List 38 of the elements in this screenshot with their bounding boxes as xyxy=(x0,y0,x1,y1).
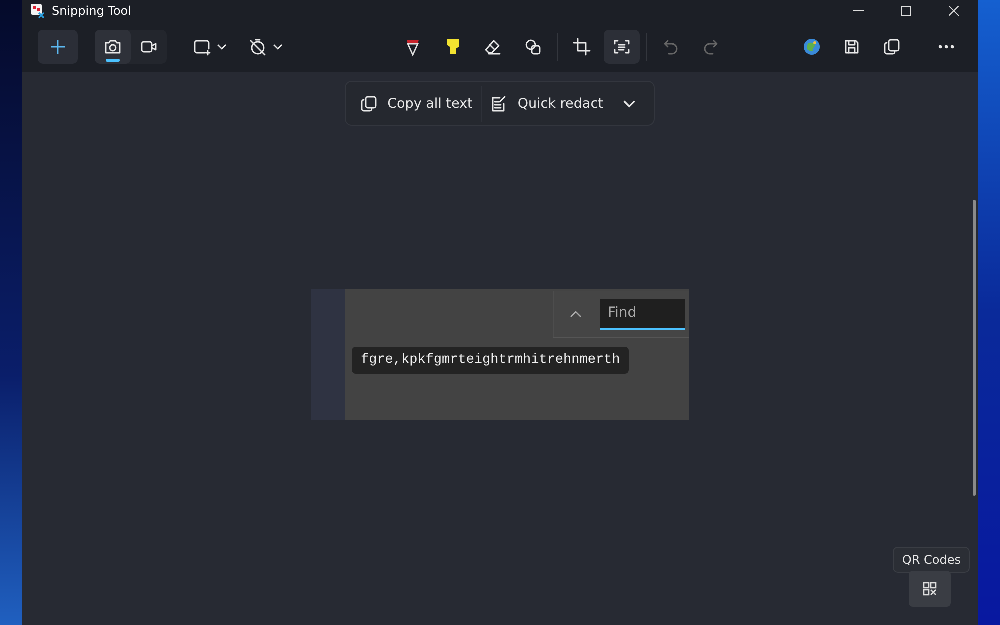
copy-icon xyxy=(360,94,378,112)
timer-off-icon xyxy=(249,38,267,56)
find-field[interactable]: Find xyxy=(600,298,685,330)
text-scan-button[interactable] xyxy=(604,30,640,64)
copy-icon xyxy=(883,38,901,56)
camera-button[interactable] xyxy=(95,30,131,64)
qr-codes-tooltip: QR Codes xyxy=(893,547,970,573)
shapes-icon xyxy=(524,38,542,56)
highlighter-icon xyxy=(444,37,462,57)
quick-redact-button[interactable]: Quick redact xyxy=(482,86,612,122)
rectangle-snip-icon xyxy=(193,38,211,56)
crop-icon xyxy=(573,38,591,56)
camera-icon xyxy=(104,38,122,56)
eraser-icon xyxy=(484,38,502,56)
new-snip-button[interactable] xyxy=(38,30,78,64)
recognized-text[interactable]: fgre,kpkfgmrteightrmhitrehnmerth xyxy=(352,347,630,374)
undo-icon xyxy=(662,38,680,56)
redo-icon xyxy=(702,38,720,56)
more-icon xyxy=(938,45,954,49)
qr-code-icon xyxy=(923,582,937,596)
text-scan-icon xyxy=(613,38,631,56)
paint-palette-icon xyxy=(803,38,821,56)
app-logo-icon xyxy=(30,3,46,19)
pen-icon xyxy=(404,37,422,57)
copy-all-text-button[interactable]: Copy all text xyxy=(352,86,481,122)
plus-icon xyxy=(50,39,66,55)
chevron-down-icon xyxy=(217,44,227,50)
redact-document-icon xyxy=(490,94,508,112)
minimize-icon xyxy=(852,10,864,12)
chevron-down-icon xyxy=(623,100,636,108)
scrollbar[interactable] xyxy=(973,200,976,496)
maximize-icon xyxy=(901,6,911,16)
window-title: Snipping Tool xyxy=(52,4,132,18)
chevron-up-icon[interactable] xyxy=(570,310,582,318)
save-icon xyxy=(843,38,861,56)
chevron-down-icon xyxy=(273,44,283,50)
qr-codes-button[interactable] xyxy=(909,571,951,607)
close-icon xyxy=(949,6,959,16)
